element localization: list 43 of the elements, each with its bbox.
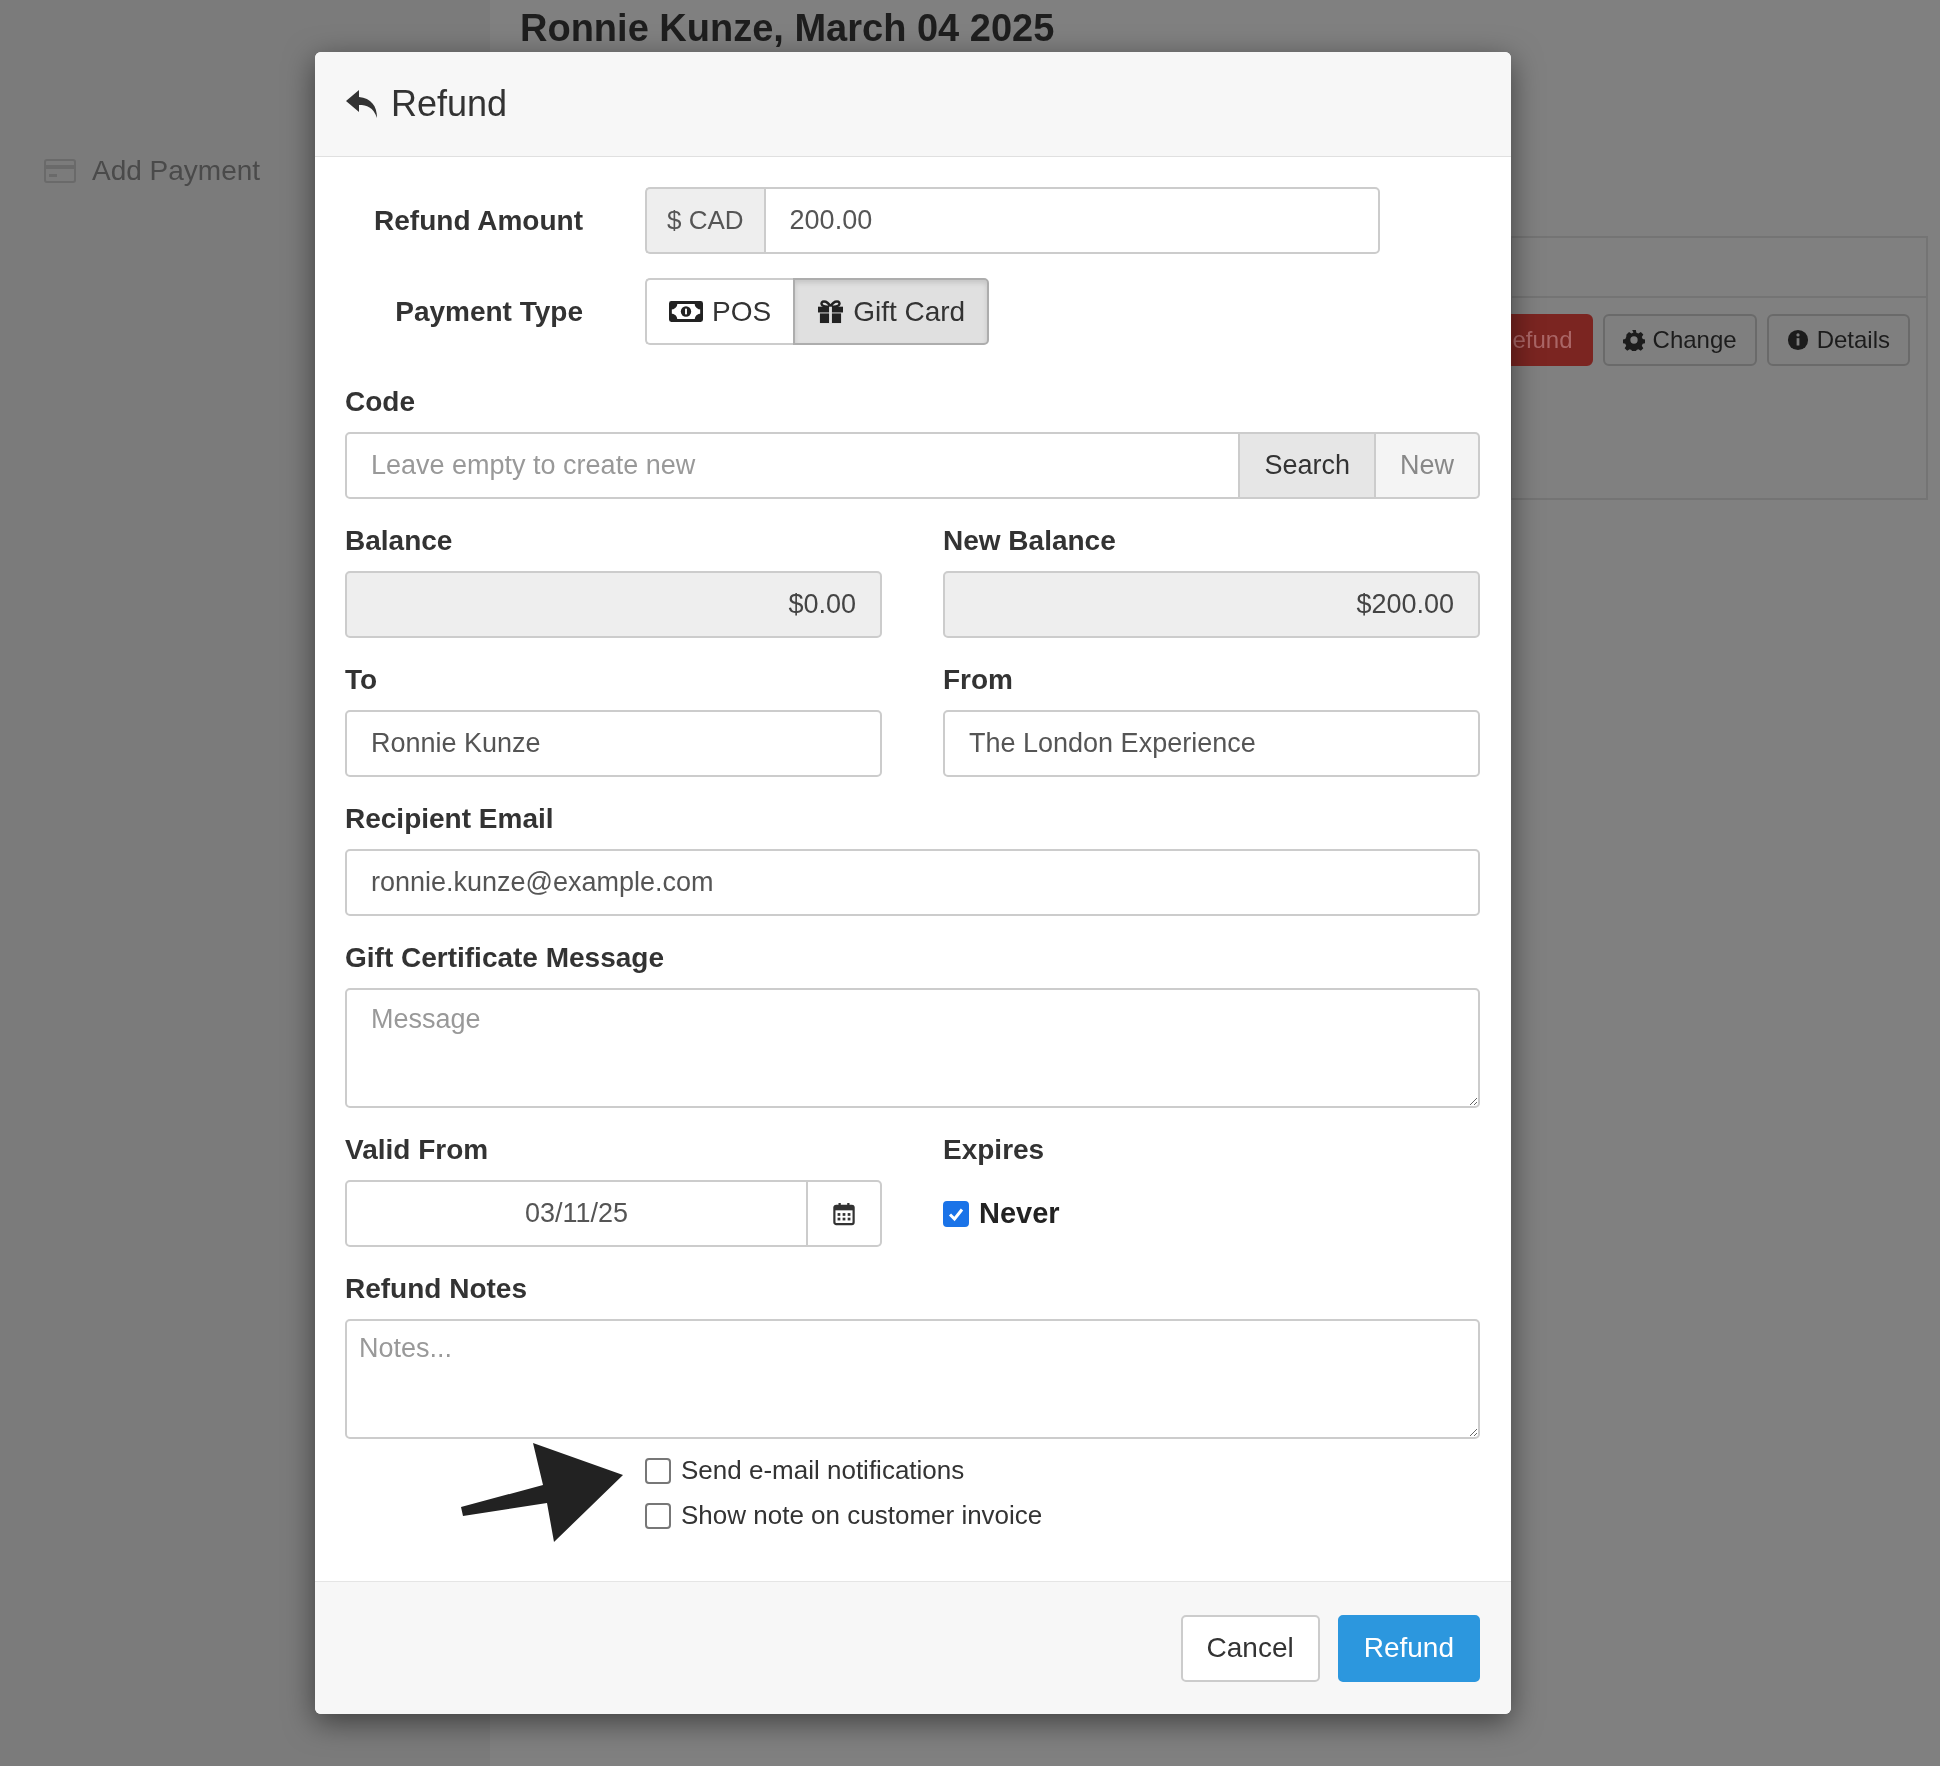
balance-field[interactable]: $200.00 <box>943 571 1480 638</box>
checkbox-label: Show note on customer invoice <box>681 1500 1043 1531</box>
message-textarea[interactable]: Message <box>345 988 1480 1108</box>
checkbox-label: Send e-mail notifications <box>681 1455 965 1486</box>
payment-type-toggle[interactable]: Gift Card <box>793 278 990 345</box>
field-label: Payment Type <box>394 295 583 328</box>
notes-textarea[interactable]: Notes... <box>345 1319 1480 1439</box>
cancel-button[interactable]: Cancel <box>1180 1614 1320 1682</box>
dialog-title: Refund <box>391 83 508 125</box>
field-label: Balance <box>345 524 454 558</box>
field-label: Recipient Email <box>345 802 555 836</box>
name-input[interactable]: Ronnie Kunze <box>345 710 882 777</box>
details-button[interactable]: Details <box>1766 314 1910 366</box>
calendar-icon <box>833 1201 855 1226</box>
option-checkbox[interactable] <box>645 1457 671 1484</box>
currency-addon: $ CAD <box>645 187 764 254</box>
balance-field[interactable]: $0.00 <box>345 571 882 638</box>
code-input[interactable]: Leave empty to create new <box>345 432 1241 499</box>
option-checkbox[interactable] <box>645 1502 671 1529</box>
payment-type-toggle[interactable]: POS <box>645 278 794 345</box>
never-checkbox[interactable] <box>943 1200 969 1227</box>
field-label: To <box>345 663 379 697</box>
info-icon <box>1786 329 1809 351</box>
field-label: Valid From <box>345 1133 490 1167</box>
field-label: From <box>943 663 1014 697</box>
refund-amount-input[interactable]: 200.00 <box>763 187 1380 254</box>
field-label: New Balance <box>943 524 1117 558</box>
field-label: Refund Amount <box>373 204 583 237</box>
gift-icon <box>817 299 845 324</box>
email-input[interactable]: ronnie.kunze@example.com <box>345 849 1480 916</box>
field-label: Expires <box>943 1133 1046 1167</box>
checkbox-label: Never <box>979 1197 1060 1230</box>
field-label: Code <box>345 385 416 419</box>
banknote-icon <box>669 301 703 322</box>
gear-icon <box>1622 329 1645 351</box>
field-label: Gift Certificate Message <box>345 941 665 975</box>
change-button[interactable]: Change <box>1602 314 1757 366</box>
date-input[interactable]: 03/11/25 <box>345 1180 808 1247</box>
name-input[interactable]: The London Experience <box>943 710 1480 777</box>
page-heading: Ronnie Kunze, March 04 2025 <box>520 6 1056 50</box>
search-button[interactable]: Search <box>1240 432 1376 499</box>
calendar-button[interactable] <box>808 1180 882 1247</box>
field-label: Refund Notes <box>345 1272 528 1306</box>
